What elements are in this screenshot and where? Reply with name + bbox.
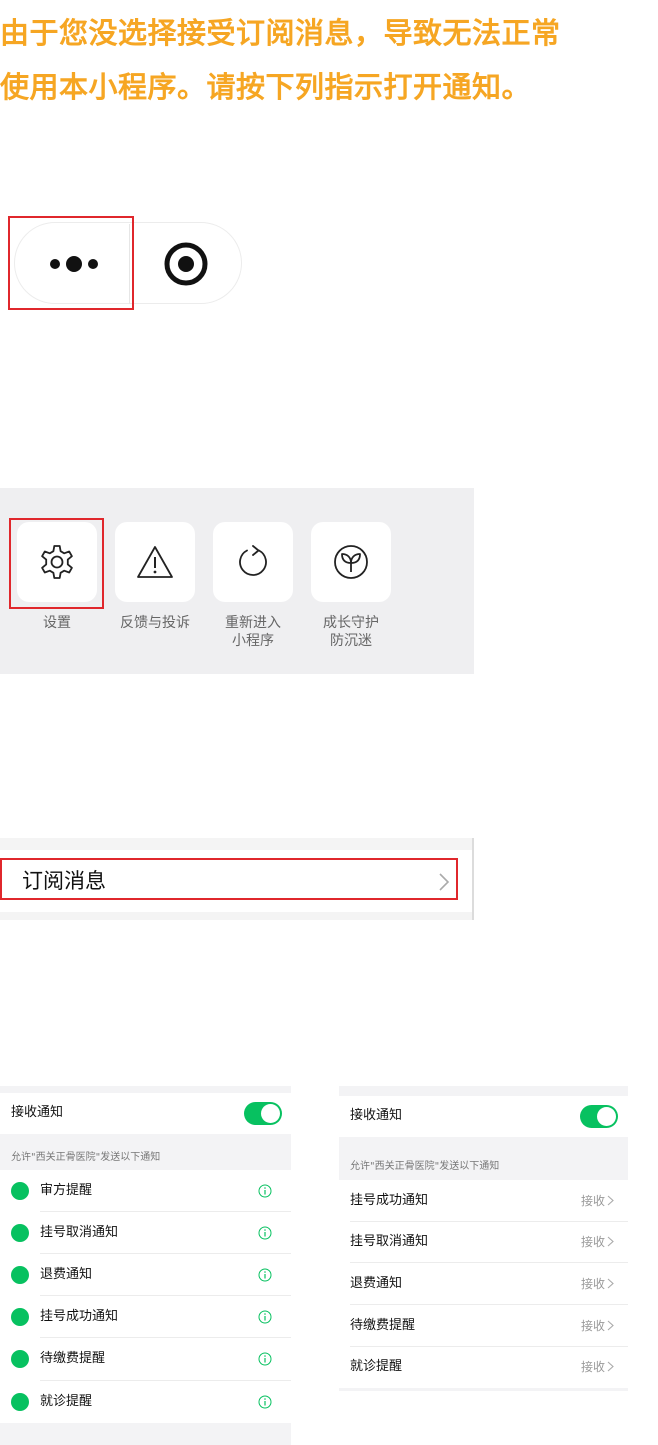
row-separator xyxy=(350,1221,628,1222)
info-icon[interactable] xyxy=(258,1310,272,1324)
menu-item-reenter[interactable] xyxy=(213,522,293,602)
chevron-right-icon xyxy=(607,1195,614,1206)
accept-label[interactable]: 接收 xyxy=(565,1317,605,1335)
notify-item-label: 挂号成功通知 xyxy=(40,1309,119,1324)
highlight-settings xyxy=(9,518,104,609)
receive-notify-label: 接收通知 xyxy=(350,1108,403,1123)
accept-label[interactable]: 接收 xyxy=(565,1192,605,1210)
chevron-right-icon xyxy=(607,1278,614,1289)
check-circle-icon xyxy=(11,1393,29,1411)
notify-item-label: 挂号取消通知 xyxy=(350,1234,429,1249)
chevron-right-icon xyxy=(607,1320,614,1331)
check-circle-icon xyxy=(11,1350,29,1368)
allow-caption: 允许"西关正骨医院"发送以下通知 xyxy=(350,1161,500,1172)
check-circle-icon xyxy=(11,1266,29,1284)
row-separator xyxy=(40,1295,291,1296)
notify-item-label: 就诊提醒 xyxy=(40,1394,93,1409)
chevron-right-icon xyxy=(607,1361,614,1372)
row-separator xyxy=(40,1211,291,1212)
receive-notify-toggle[interactable] xyxy=(580,1105,618,1128)
accept-label[interactable]: 接收 xyxy=(565,1233,605,1251)
warning-triangle-icon xyxy=(137,546,173,578)
highlight-more-button xyxy=(8,216,134,310)
target-close-icon[interactable] xyxy=(163,241,209,287)
reload-icon xyxy=(239,545,267,576)
chevron-right-icon xyxy=(607,1236,614,1247)
notify-item-label: 退费通知 xyxy=(40,1267,93,1282)
row-separator xyxy=(40,1253,291,1254)
check-circle-icon xyxy=(11,1224,29,1242)
instruction-text: 由于您没选择接受订阅消息，导致无法正常 使用本小程序。请按下列指示打开通知。 xyxy=(0,16,561,104)
highlight-subscription xyxy=(0,858,458,900)
info-icon[interactable] xyxy=(258,1395,272,1409)
menu-item-growth-guard[interactable] xyxy=(311,522,391,602)
menu-item-label: 成长守护 防沉迷 xyxy=(323,615,379,649)
row-separator xyxy=(350,1304,628,1305)
receive-notify-toggle[interactable] xyxy=(244,1102,282,1125)
notify-item-label: 审方提醒 xyxy=(40,1183,93,1198)
notify-list xyxy=(0,1170,291,1423)
accept-label[interactable]: 接收 xyxy=(565,1358,605,1376)
receive-notify-label: 接收通知 xyxy=(11,1105,64,1120)
notify-item-label: 待缴费提醒 xyxy=(350,1318,416,1333)
check-circle-icon xyxy=(11,1182,29,1200)
notify-item-label: 退费通知 xyxy=(350,1276,403,1291)
info-icon[interactable] xyxy=(258,1268,272,1282)
sprout-icon xyxy=(334,545,368,579)
row-separator xyxy=(40,1380,291,1381)
notify-item-label: 待缴费提醒 xyxy=(40,1351,106,1366)
check-circle-icon xyxy=(11,1308,29,1326)
row-separator xyxy=(350,1262,628,1263)
allow-caption: 允许"西关正骨医院"发送以下通知 xyxy=(11,1152,161,1163)
info-icon[interactable] xyxy=(258,1352,272,1366)
row-separator xyxy=(350,1346,628,1347)
row-separator xyxy=(40,1337,291,1338)
menu-item-feedback[interactable] xyxy=(115,522,195,602)
info-icon[interactable] xyxy=(258,1226,272,1240)
notify-item-label: 挂号成功通知 xyxy=(350,1193,429,1208)
accept-label[interactable]: 接收 xyxy=(565,1275,605,1293)
notify-item-label: 就诊提醒 xyxy=(350,1359,403,1374)
notify-item-label: 挂号取消通知 xyxy=(40,1225,119,1240)
info-icon[interactable] xyxy=(258,1184,272,1198)
